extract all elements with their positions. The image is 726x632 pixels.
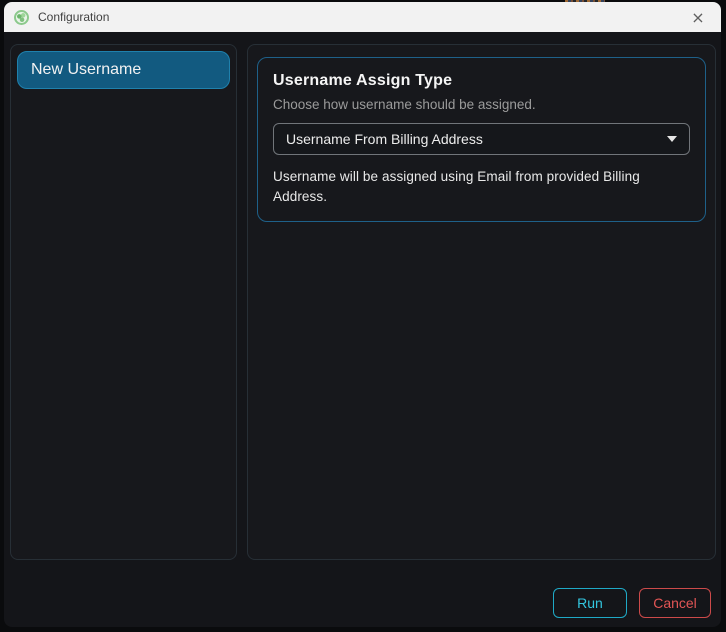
card-title: Username Assign Type	[273, 72, 690, 90]
app-logo-icon	[14, 10, 29, 25]
helper-text: Username will be assigned using Email fr…	[273, 167, 690, 206]
main-panel: Username Assign Type Choose how username…	[247, 44, 716, 560]
titlebar[interactable]: Configuration ×	[4, 2, 721, 32]
sidebar-item-new-username[interactable]: New Username	[17, 51, 230, 89]
configuration-window: Configuration × New Username Username As…	[4, 2, 721, 627]
card-subtitle: Choose how username should be assigned.	[273, 97, 690, 112]
dropdown-selected-value: Username From Billing Address	[286, 131, 483, 147]
username-assign-card: Username Assign Type Choose how username…	[257, 57, 706, 222]
sidebar-item-label: New Username	[31, 61, 141, 79]
sidebar-panel: New Username	[10, 44, 237, 560]
username-assign-type-dropdown[interactable]: Username From Billing Address	[273, 123, 690, 155]
content-area: New Username Username Assign Type Choose…	[4, 32, 721, 588]
window-title: Configuration	[38, 10, 109, 24]
run-button[interactable]: Run	[553, 588, 627, 618]
close-icon: ×	[691, 8, 704, 27]
chevron-down-icon	[667, 136, 677, 142]
close-button[interactable]: ×	[675, 2, 721, 32]
footer: Run Cancel	[4, 588, 721, 627]
cancel-button[interactable]: Cancel	[639, 588, 711, 618]
